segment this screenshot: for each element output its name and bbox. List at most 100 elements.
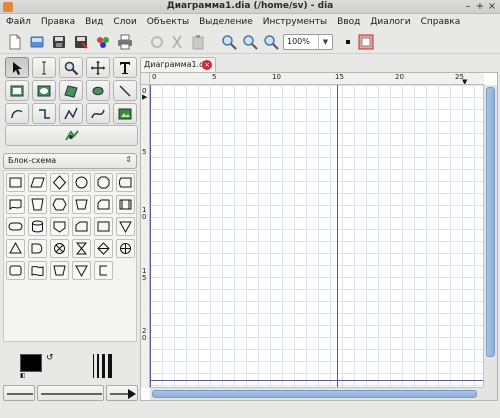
text-edit-tool[interactable] <box>32 57 56 78</box>
flowchart-octagon-shape[interactable] <box>94 173 113 192</box>
menu-select[interactable]: Выделение <box>199 17 253 27</box>
vertical-scroll-thumb[interactable] <box>486 87 495 357</box>
flowchart-flag-tape-shape[interactable] <box>28 261 47 280</box>
move-tool[interactable] <box>86 57 110 78</box>
snap-to-grid-icon[interactable] <box>340 34 356 50</box>
chevron-down-icon[interactable]: ▼ <box>318 35 332 49</box>
flowchart-predefined-process-shape[interactable] <box>116 195 135 214</box>
flowchart-offpage-shape[interactable] <box>50 217 69 236</box>
polygon-tool[interactable] <box>59 80 83 101</box>
flowchart-punched-card-shape[interactable] <box>94 217 113 236</box>
ellipse-tool[interactable] <box>32 80 56 101</box>
bezier-line-icon <box>91 109 105 119</box>
menu-objects[interactable]: Объекты <box>147 17 189 27</box>
open-file-icon[interactable] <box>29 34 45 50</box>
flowchart-ellipse-shape[interactable] <box>72 173 91 192</box>
flowchart-cylinder-shape[interactable] <box>28 217 47 236</box>
flowchart-process-shape[interactable] <box>6 261 25 280</box>
menu-edit[interactable]: Правка <box>41 17 75 27</box>
zoom-out-icon[interactable] <box>242 34 258 50</box>
flowchart-hourglass-shape[interactable] <box>72 239 91 258</box>
horizontal-scrollbar[interactable] <box>150 387 484 400</box>
menu-dialogs[interactable]: Диалоги <box>370 17 410 27</box>
save-icon[interactable] <box>51 34 67 50</box>
end-arrow-selector[interactable] <box>106 385 138 401</box>
flowchart-terminator-shape[interactable] <box>6 217 25 236</box>
line-style-selector[interactable] <box>37 385 104 401</box>
menu-view[interactable]: Вид <box>85 17 103 27</box>
line-tool[interactable] <box>113 80 137 101</box>
undo-icon[interactable] <box>149 34 165 50</box>
arc-tool[interactable] <box>5 103 29 124</box>
swap-colors-icon[interactable]: ↺ <box>46 353 54 363</box>
menu-tools[interactable]: Инструменты <box>263 17 327 27</box>
flowchart-pentagon-shape[interactable] <box>28 195 47 214</box>
magnify-tool[interactable] <box>59 57 83 78</box>
flowchart-sum-junction-shape[interactable] <box>50 239 69 258</box>
flowchart-merge-shape[interactable] <box>72 261 91 280</box>
zoom-in-icon[interactable] <box>221 34 237 50</box>
flowchart-or-junction-shape[interactable] <box>116 239 135 258</box>
zoom-value[interactable]: 100% <box>287 37 310 46</box>
flowchart-triangle-up-shape[interactable] <box>6 239 25 258</box>
beziergon-shape-icon <box>92 86 104 96</box>
text-tool[interactable] <box>113 57 137 78</box>
paste-icon[interactable] <box>190 34 206 50</box>
beziergon-tool[interactable] <box>86 80 110 101</box>
flowchart-diamond-shape[interactable] <box>50 173 69 192</box>
minimize-button[interactable]: – <box>462 0 474 13</box>
close-tab-icon[interactable]: × <box>202 60 212 70</box>
flowchart-card-shape[interactable] <box>94 195 113 214</box>
polyline-tool[interactable] <box>59 103 83 124</box>
flowchart-extract-trapezoid-shape[interactable] <box>50 261 69 280</box>
flowchart-triangle-down-shape[interactable] <box>116 217 135 236</box>
menu-file[interactable]: Файл <box>6 17 31 27</box>
show-grid-icon[interactable] <box>358 34 374 50</box>
foreground-color-swatch[interactable] <box>20 354 42 372</box>
flowchart-trapezoid-shape[interactable] <box>72 195 91 214</box>
zigzag-tool[interactable] <box>32 103 56 124</box>
vertical-scrollbar[interactable] <box>483 85 497 388</box>
hruler-label: 5 <box>212 73 217 81</box>
flowchart-box-shape[interactable] <box>6 173 25 192</box>
flowchart-parallelogram-shape[interactable] <box>28 173 47 192</box>
horizontal-scroll-thumb[interactable] <box>152 390 477 398</box>
flowchart-hexagon-shape[interactable] <box>50 195 69 214</box>
polyline-icon <box>64 107 78 120</box>
flowchart-bracket-shape[interactable] <box>94 261 113 280</box>
bezier-tool[interactable] <box>86 103 110 124</box>
save-as-icon[interactable] <box>73 34 89 50</box>
tool-outline-button[interactable] <box>5 125 138 146</box>
new-file-icon[interactable] <box>7 34 23 50</box>
diagram-grid[interactable] <box>150 85 484 388</box>
start-arrow-selector[interactable] <box>3 385 35 401</box>
color-selector[interactable]: ↺ ◧ <box>20 353 60 379</box>
select-tool[interactable] <box>5 57 29 78</box>
zoom-combo[interactable]: 100% ▼ <box>283 34 333 50</box>
export-icon[interactable] <box>95 34 111 50</box>
sheet-selector[interactable]: Блок-схема ⇕ <box>3 153 137 169</box>
shape-palette <box>3 170 137 342</box>
line-width-selector[interactable] <box>92 354 114 378</box>
menu-layers[interactable]: Слои <box>113 17 136 27</box>
zoom-fit-icon[interactable] <box>263 34 279 50</box>
menu-input[interactable]: Ввод <box>337 17 360 27</box>
vertical-ruler: 0 5 1 0 1 5 2 0 ▶ <box>141 85 150 388</box>
cut-icon[interactable] <box>169 34 185 50</box>
print-icon[interactable] <box>117 34 133 50</box>
flowchart-manual-input-shape[interactable] <box>116 173 135 192</box>
image-tool[interactable] <box>113 103 137 124</box>
box-tool[interactable] <box>5 80 29 101</box>
sheet-selected-label[interactable]: Блок-схема <box>8 156 56 165</box>
reset-colors-icon[interactable]: ◧ <box>20 372 26 379</box>
flowchart-document-shape[interactable] <box>6 195 25 214</box>
flowchart-delay-d-shape[interactable] <box>28 239 47 258</box>
arrow-end-icon <box>110 389 136 399</box>
maximize-button[interactable]: + <box>474 0 486 13</box>
tab-diagram[interactable]: Диаграмма1.dia × <box>140 57 216 72</box>
menu-help[interactable]: Справка <box>421 17 461 27</box>
chevron-updown-icon[interactable]: ⇕ <box>125 155 132 164</box>
flowchart-delay-shape[interactable] <box>72 217 91 236</box>
flowchart-sort-shape[interactable] <box>94 239 113 258</box>
close-button[interactable]: × <box>486 0 498 13</box>
